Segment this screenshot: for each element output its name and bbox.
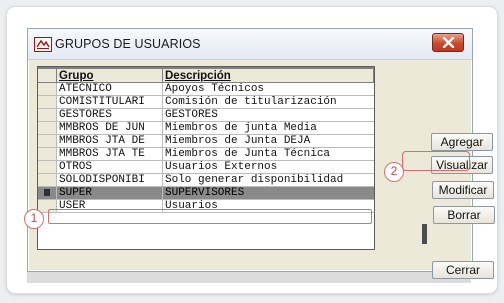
column-header-grupo[interactable]: Grupo (57, 69, 163, 82)
table-row-selected[interactable]: SUPER SUPERVISORES (38, 187, 374, 200)
table-row[interactable]: SOLODISPONIBI Solo generar disponibilida… (38, 174, 374, 187)
table-row[interactable]: OTROS Usuarios Externos (38, 161, 374, 174)
current-row-indicator-icon (44, 189, 50, 196)
cell-grupo: SUPER (57, 187, 163, 199)
cell-descripcion: Miembros de Junta DEJA (165, 135, 311, 147)
borrar-button[interactable]: Borrar (433, 206, 495, 224)
table-row[interactable]: MMBROS JTA TE Miembros de Junta Técnica (38, 148, 374, 161)
cell-descripcion: Comisión de titularización (165, 96, 337, 108)
table-row[interactable]: GESTORES GESTORES (38, 109, 374, 122)
row-selector[interactable] (38, 96, 57, 108)
cell-grupo: MMBROS JTA DE (57, 135, 163, 147)
row-selector[interactable] (38, 148, 57, 160)
row-selector[interactable] (38, 135, 57, 147)
cell-descripcion: Usuarios Externos (165, 161, 278, 173)
modificar-button[interactable]: Modificar (432, 181, 494, 199)
row-selector[interactable] (38, 174, 57, 186)
cell-grupo: OTROS (57, 161, 163, 173)
cell-grupo: ATECNICO (57, 83, 163, 95)
highlight-super-row (48, 209, 372, 224)
row-selector-header (38, 69, 57, 82)
column-header-descripcion[interactable]: Descripción (163, 69, 374, 82)
agregar-button[interactable]: Agregar (431, 133, 493, 151)
close-button[interactable] (432, 33, 464, 52)
row-selector[interactable] (38, 187, 57, 199)
close-icon (442, 37, 455, 48)
cell-descripcion: Solo generar disponibilidad (165, 174, 344, 186)
cerrar-button[interactable]: Cerrar (432, 261, 494, 279)
cell-descripcion: Apoyos Técnicos (165, 83, 265, 95)
title-bar[interactable]: GRUPOS DE USUARIOS (28, 29, 472, 60)
table-row[interactable]: COMISTITULARI Comisión de titularización (38, 96, 374, 109)
row-selector[interactable] (38, 83, 57, 95)
cell-grupo: SOLODISPONIBI (57, 174, 163, 186)
cell-descripcion: Miembros de Junta Técnica (165, 148, 331, 160)
cell-descripcion: GESTORES (165, 109, 218, 121)
step-badge-1: 1 (24, 209, 44, 229)
cell-grupo: MMBROS DE JUN (57, 122, 163, 134)
table-header-row: Grupo Descripción (38, 69, 374, 83)
cell-descripcion: Miembros de junta Media (165, 122, 317, 134)
window-title: GRUPOS DE USUARIOS (55, 37, 201, 51)
table-row[interactable]: ATECNICO Apoyos Técnicos (38, 83, 374, 96)
app-icon (34, 37, 52, 52)
cell-grupo: COMISTITULARI (57, 96, 163, 108)
cell-grupo: GESTORES (57, 109, 163, 121)
highlight-modificar-button (402, 151, 470, 171)
cell-grupo: MMBROS JTA TE (57, 148, 163, 160)
grupos-usuarios-dialog: GRUPOS DE USUARIOS Grupo Descripción ATE… (27, 28, 495, 279)
cell-descripcion: SUPERVISORES (165, 187, 245, 199)
table-row[interactable]: MMBROS DE JUN Miembros de junta Media (38, 122, 374, 135)
row-selector[interactable] (38, 161, 57, 173)
row-selector[interactable] (38, 122, 57, 134)
step-badge-2: 2 (384, 162, 404, 182)
scroll-thumb[interactable] (422, 224, 427, 244)
table-row[interactable]: MMBROS JTA DE Miembros de Junta DEJA (38, 135, 374, 148)
row-selector[interactable] (38, 109, 57, 121)
